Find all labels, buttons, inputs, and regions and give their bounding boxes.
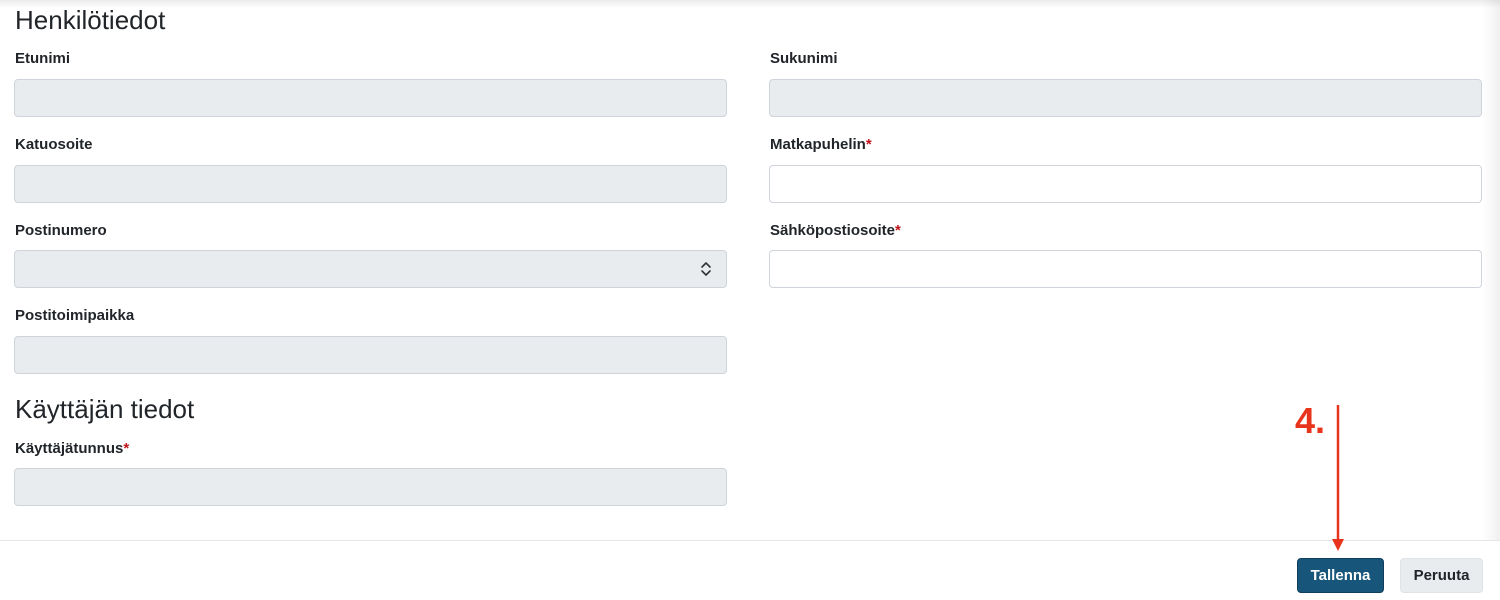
- number-stepper-icon[interactable]: [700, 260, 712, 278]
- label-street-text: Katuosoite: [15, 136, 93, 153]
- last-name-input[interactable]: [769, 79, 1482, 117]
- label-last-name-text: Sukunimi: [770, 50, 838, 67]
- save-button[interactable]: Tallenna: [1297, 558, 1384, 593]
- scroll-edge: [1482, 0, 1500, 540]
- label-street: Katuosoite: [15, 136, 93, 153]
- label-postal-code: Postinumero: [15, 222, 107, 239]
- label-mobile: Matkapuhelin*: [770, 136, 872, 153]
- street-address-input[interactable]: [14, 165, 727, 203]
- label-email: Sähköpostiosoite*: [770, 222, 901, 239]
- label-first-name: Etunimi: [15, 50, 70, 67]
- label-email-text: Sähköpostiosoite: [770, 222, 896, 239]
- label-mobile-text: Matkapuhelin: [770, 136, 866, 153]
- city-input[interactable]: [14, 336, 727, 374]
- required-mark: *: [123, 440, 130, 457]
- mobile-phone-input[interactable]: [769, 165, 1482, 203]
- required-mark: *: [865, 136, 872, 153]
- label-first-name-text: Etunimi: [15, 50, 70, 67]
- step-number-label: 4.: [1295, 400, 1326, 441]
- section-title-user: Käyttäjän tiedot: [15, 394, 195, 424]
- postal-code-input[interactable]: [14, 250, 727, 288]
- footer-divider: [0, 540, 1500, 541]
- label-postal-code-text: Postinumero: [15, 222, 107, 239]
- label-username: Käyttäjätunnus*: [15, 440, 129, 457]
- label-city-text: Postitoimipaikka: [15, 307, 135, 324]
- first-name-input[interactable]: [14, 79, 727, 117]
- top-shadow: [0, 0, 1500, 8]
- email-input[interactable]: [769, 250, 1482, 288]
- username-input[interactable]: [14, 468, 727, 506]
- arrow-down-icon: [1332, 405, 1344, 551]
- section-title-personal: Henkilötiedot: [15, 5, 166, 35]
- label-city: Postitoimipaikka: [15, 307, 134, 324]
- label-username-text: Käyttäjätunnus: [15, 440, 124, 457]
- label-last-name: Sukunimi: [770, 50, 838, 67]
- required-mark: *: [895, 222, 901, 239]
- form-page: Henkilötiedot Etunimi Sukunimi Katuosoit…: [0, 0, 1500, 600]
- cancel-button[interactable]: Peruuta: [1400, 558, 1483, 593]
